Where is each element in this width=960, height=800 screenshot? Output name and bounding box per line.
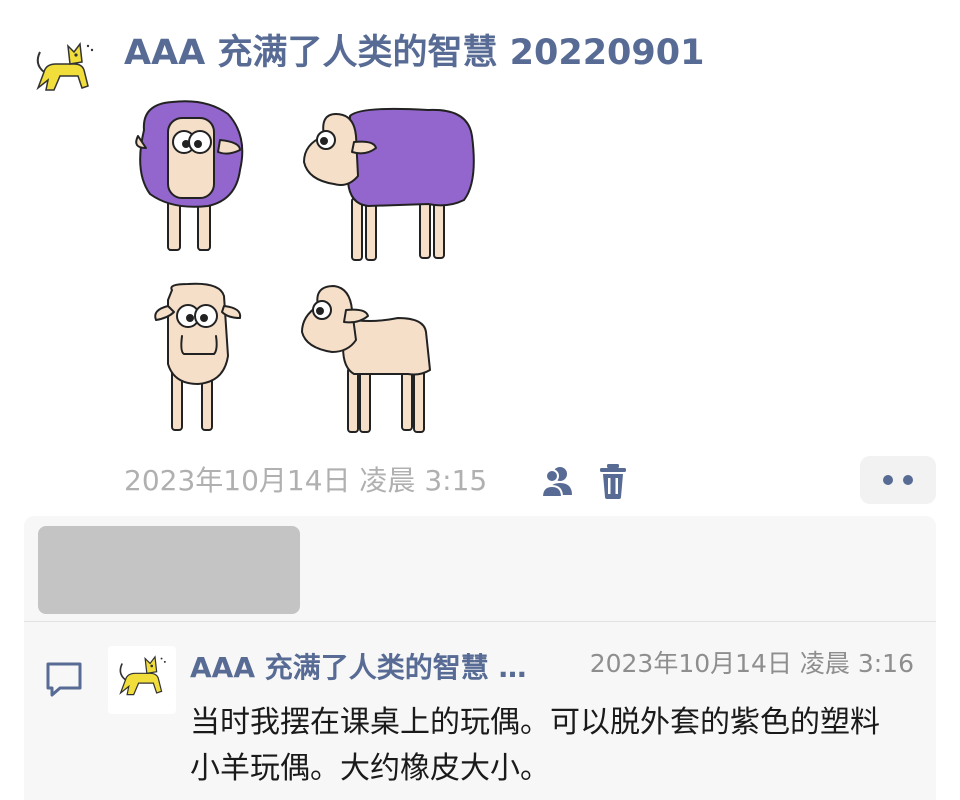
post-title[interactable]: AAA 充满了人类的智慧 20220901 [124, 30, 704, 76]
bare-sheep-front [154, 282, 242, 431]
post-avatar[interactable] [30, 38, 98, 96]
likes-placeholder [38, 526, 300, 614]
yellow-cat-icon [36, 42, 94, 91]
trash-icon[interactable] [596, 461, 630, 501]
ellipsis-icon [903, 475, 913, 485]
comment-bubble-icon [46, 662, 82, 697]
yellow-cat-icon [119, 655, 166, 696]
comment-author[interactable]: AAA 充满了人类的智慧 20220901 [190, 648, 545, 688]
post-image[interactable] [128, 96, 488, 444]
bare-sheep-side [301, 285, 431, 433]
more-button[interactable] [860, 456, 936, 504]
purple-sheep-front [135, 100, 244, 251]
people-icon[interactable] [538, 461, 578, 501]
comment-text[interactable]: 当时我摆在课桌上的玩偶。可以脱外套的紫色的塑料小羊玩偶。大约橡皮大小。 [190, 700, 900, 792]
sheep-doll-drawings [135, 100, 475, 433]
ellipsis-icon [883, 475, 893, 485]
comment-time: 2023年10月14日 凌晨 3:16 [589, 649, 914, 678]
comment-avatar[interactable] [108, 646, 176, 714]
post-timestamp: 2023年10月14日 凌晨 3:15 [124, 464, 488, 497]
purple-sheep-side [303, 107, 475, 261]
comments-divider [24, 621, 936, 622]
